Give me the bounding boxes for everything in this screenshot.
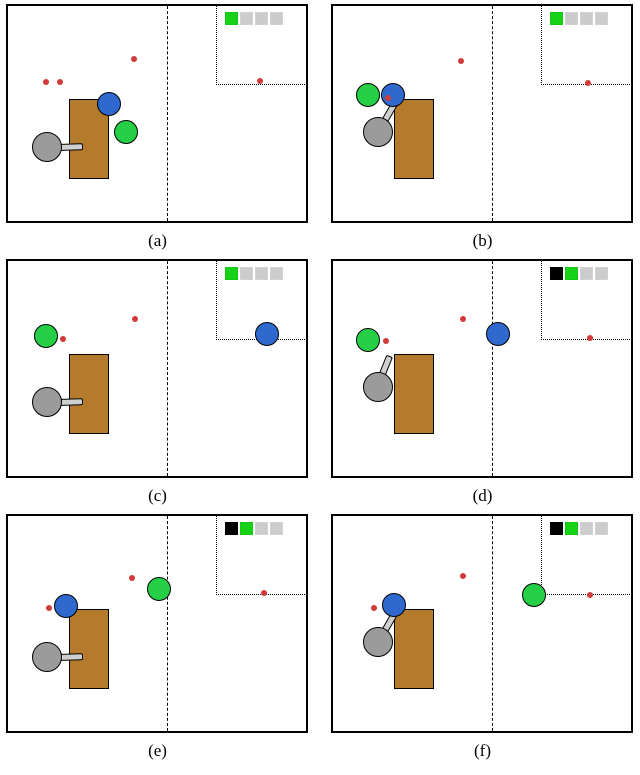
red-dot-e-0 xyxy=(46,605,52,611)
figure-cell-f: (f) xyxy=(331,514,634,767)
agent-body-b xyxy=(363,117,393,147)
brown-block-b xyxy=(394,99,434,179)
indicator-d-2 xyxy=(580,267,593,280)
figure-cell-b: (b) xyxy=(331,4,634,257)
blue-ball-e xyxy=(54,594,78,618)
agent-body-d xyxy=(363,372,393,402)
red-dot-e-1 xyxy=(129,575,135,581)
indicator-row-a xyxy=(225,12,283,25)
panel-c xyxy=(6,259,308,478)
green-ball-e xyxy=(147,577,171,601)
blue-ball-f xyxy=(382,593,406,617)
indicator-a-2 xyxy=(255,12,268,25)
red-dot-b-1 xyxy=(458,58,464,64)
figure-cell-a: (a) xyxy=(6,4,309,257)
caption-c: (c) xyxy=(6,486,309,506)
brown-block-c xyxy=(69,354,109,434)
blue-ball-d xyxy=(486,322,510,346)
red-dot-f-2 xyxy=(587,592,593,598)
indicator-b-2 xyxy=(580,12,593,25)
indicator-f-2 xyxy=(580,522,593,535)
indicator-f-1 xyxy=(565,522,578,535)
blue-ball-b xyxy=(381,83,405,107)
green-ball-c xyxy=(34,324,58,348)
indicator-f-0 xyxy=(550,522,563,535)
indicator-a-0 xyxy=(225,12,238,25)
caption-a: (a) xyxy=(6,231,309,251)
caption-d: (d) xyxy=(331,486,634,506)
indicator-row-c xyxy=(225,267,283,280)
red-dot-f-0 xyxy=(371,605,377,611)
indicator-c-1 xyxy=(240,267,253,280)
indicator-row-e xyxy=(225,522,283,535)
blue-ball-a xyxy=(97,92,121,116)
agent-body-c xyxy=(32,387,62,417)
panel-f xyxy=(331,514,633,733)
agent-body-a xyxy=(32,132,62,162)
red-dot-a-0 xyxy=(43,79,49,85)
panel-a xyxy=(6,4,308,223)
indicator-d-3 xyxy=(595,267,608,280)
indicator-c-3 xyxy=(270,267,283,280)
red-dot-a-1 xyxy=(57,79,63,85)
caption-e: (e) xyxy=(6,741,309,761)
red-dot-a-2 xyxy=(131,56,137,62)
indicator-e-0 xyxy=(225,522,238,535)
agent-body-e xyxy=(32,642,62,672)
red-dot-b-2 xyxy=(585,80,591,86)
indicator-b-0 xyxy=(550,12,563,25)
red-dot-a-3 xyxy=(257,78,263,84)
red-dot-f-1 xyxy=(460,573,466,579)
indicator-d-0 xyxy=(550,267,563,280)
green-ball-f xyxy=(522,583,546,607)
indicator-b-3 xyxy=(595,12,608,25)
figure-cell-d: (d) xyxy=(331,259,634,512)
indicator-row-b xyxy=(550,12,608,25)
vertical-divider-c xyxy=(167,261,168,476)
figure-cell-c: (c) xyxy=(6,259,309,512)
figure-grid: (a) (b) xyxy=(0,0,640,775)
indicator-c-2 xyxy=(255,267,268,280)
indicator-e-3 xyxy=(270,522,283,535)
caption-b: (b) xyxy=(331,231,634,251)
indicator-e-1 xyxy=(240,522,253,535)
red-dot-d-0 xyxy=(383,338,389,344)
indicator-f-3 xyxy=(595,522,608,535)
vertical-divider-d xyxy=(492,261,493,476)
red-dot-b-0 xyxy=(385,95,391,101)
panel-b xyxy=(331,4,633,223)
indicator-a-1 xyxy=(240,12,253,25)
vertical-divider-b xyxy=(492,6,493,221)
green-ball-b xyxy=(356,83,380,107)
vertical-divider-e xyxy=(167,516,168,731)
panel-e xyxy=(6,514,308,733)
indicator-e-2 xyxy=(255,522,268,535)
agent-arm-c xyxy=(59,398,83,406)
agent-body-f xyxy=(363,627,393,657)
caption-f: (f) xyxy=(331,741,634,761)
agent-arm-e xyxy=(59,653,83,661)
green-ball-d xyxy=(356,328,380,352)
indicator-row-f xyxy=(550,522,608,535)
brown-block-d xyxy=(394,354,434,434)
figure-cell-e: (e) xyxy=(6,514,309,767)
indicator-c-0 xyxy=(225,267,238,280)
green-ball-a xyxy=(114,120,138,144)
panel-d xyxy=(331,259,633,478)
indicator-a-3 xyxy=(270,12,283,25)
indicator-b-1 xyxy=(565,12,578,25)
red-dot-c-1 xyxy=(132,316,138,322)
red-dot-d-1 xyxy=(460,316,466,322)
blue-ball-c xyxy=(255,322,279,346)
red-dot-d-2 xyxy=(587,335,593,341)
red-dot-e-2 xyxy=(261,590,267,596)
indicator-d-1 xyxy=(565,267,578,280)
brown-block-e xyxy=(69,609,109,689)
agent-arm-a xyxy=(59,143,83,151)
indicator-row-d xyxy=(550,267,608,280)
red-dot-c-0 xyxy=(60,336,66,342)
vertical-divider-a xyxy=(167,6,168,221)
brown-block-f xyxy=(394,609,434,689)
vertical-divider-f xyxy=(492,516,493,731)
